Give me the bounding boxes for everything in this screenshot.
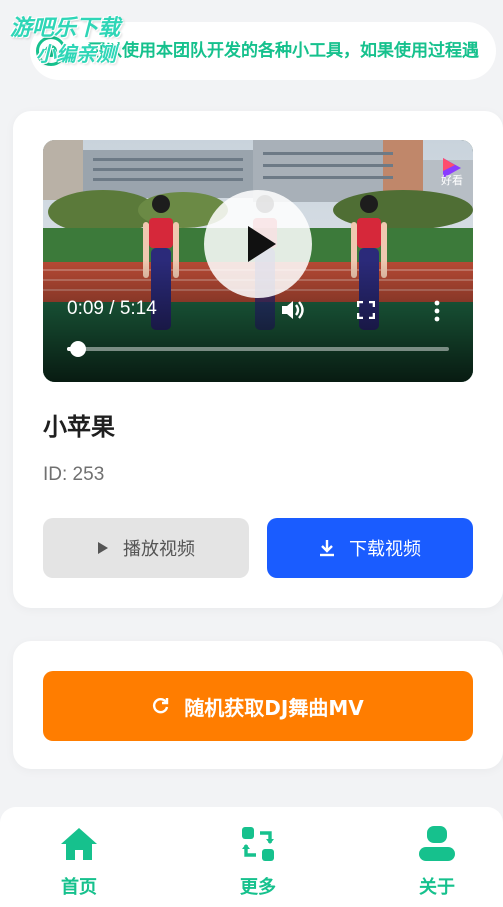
time-separator: /	[103, 298, 120, 319]
brand-label: 好看	[441, 174, 463, 187]
video-card: 好看 0:09 / 5:14 小苹果 ID: 253 播放视频 下载视频	[13, 111, 503, 608]
nav-item-home[interactable]: 首页	[19, 807, 139, 907]
bottom-nav: 首页 更多 关于	[0, 807, 503, 907]
random-mv-button[interactable]: 随机获取DJ舞曲MV	[43, 671, 473, 741]
nav-item-more[interactable]: 更多	[198, 807, 318, 907]
song-title: 小苹果	[43, 413, 115, 441]
notice-bar: 可以使用本团队开发的各种小工具，如果使用过程遇	[30, 22, 496, 80]
refresh-grid-icon	[242, 827, 274, 861]
random-card: 随机获取DJ舞曲MV	[13, 641, 503, 769]
speaker-icon	[36, 36, 66, 66]
notice-text: 可以使用本团队开发的各种小工具，如果使用过程遇	[88, 41, 479, 61]
user-icon	[419, 826, 455, 861]
volume-icon[interactable]	[281, 299, 307, 321]
nav-label-more: 更多	[240, 877, 276, 898]
fullscreen-icon[interactable]	[357, 301, 375, 319]
nav-label-home: 首页	[61, 877, 97, 898]
seek-bar[interactable]	[67, 341, 449, 357]
more-options-icon[interactable]	[433, 300, 441, 322]
nav-item-about[interactable]: 关于	[377, 807, 497, 907]
notice-area: 可以使用本团队开发的各种小工具，如果使用过程遇	[0, 0, 503, 96]
duration: 5:14	[119, 298, 157, 319]
play-video-button[interactable]: 播放视频	[43, 518, 249, 578]
play-icon	[98, 542, 108, 554]
download-icon	[320, 540, 334, 557]
time-readout: 0:09 / 5:14	[67, 298, 157, 320]
download-video-button[interactable]: 下载视频	[267, 518, 473, 578]
play-video-label: 播放视频	[123, 539, 195, 560]
nav-label-about: 关于	[419, 877, 455, 898]
download-video-label: 下载视频	[349, 539, 421, 560]
play-overlay-button[interactable]	[204, 190, 312, 298]
current-time: 0:09	[67, 298, 104, 319]
video-player[interactable]: 好看 0:09 / 5:14	[43, 140, 473, 382]
random-mv-label: 随机获取DJ舞曲MV	[184, 695, 364, 720]
song-id: ID: 253	[43, 464, 105, 485]
home-icon	[61, 828, 97, 860]
refresh-icon	[153, 697, 169, 714]
